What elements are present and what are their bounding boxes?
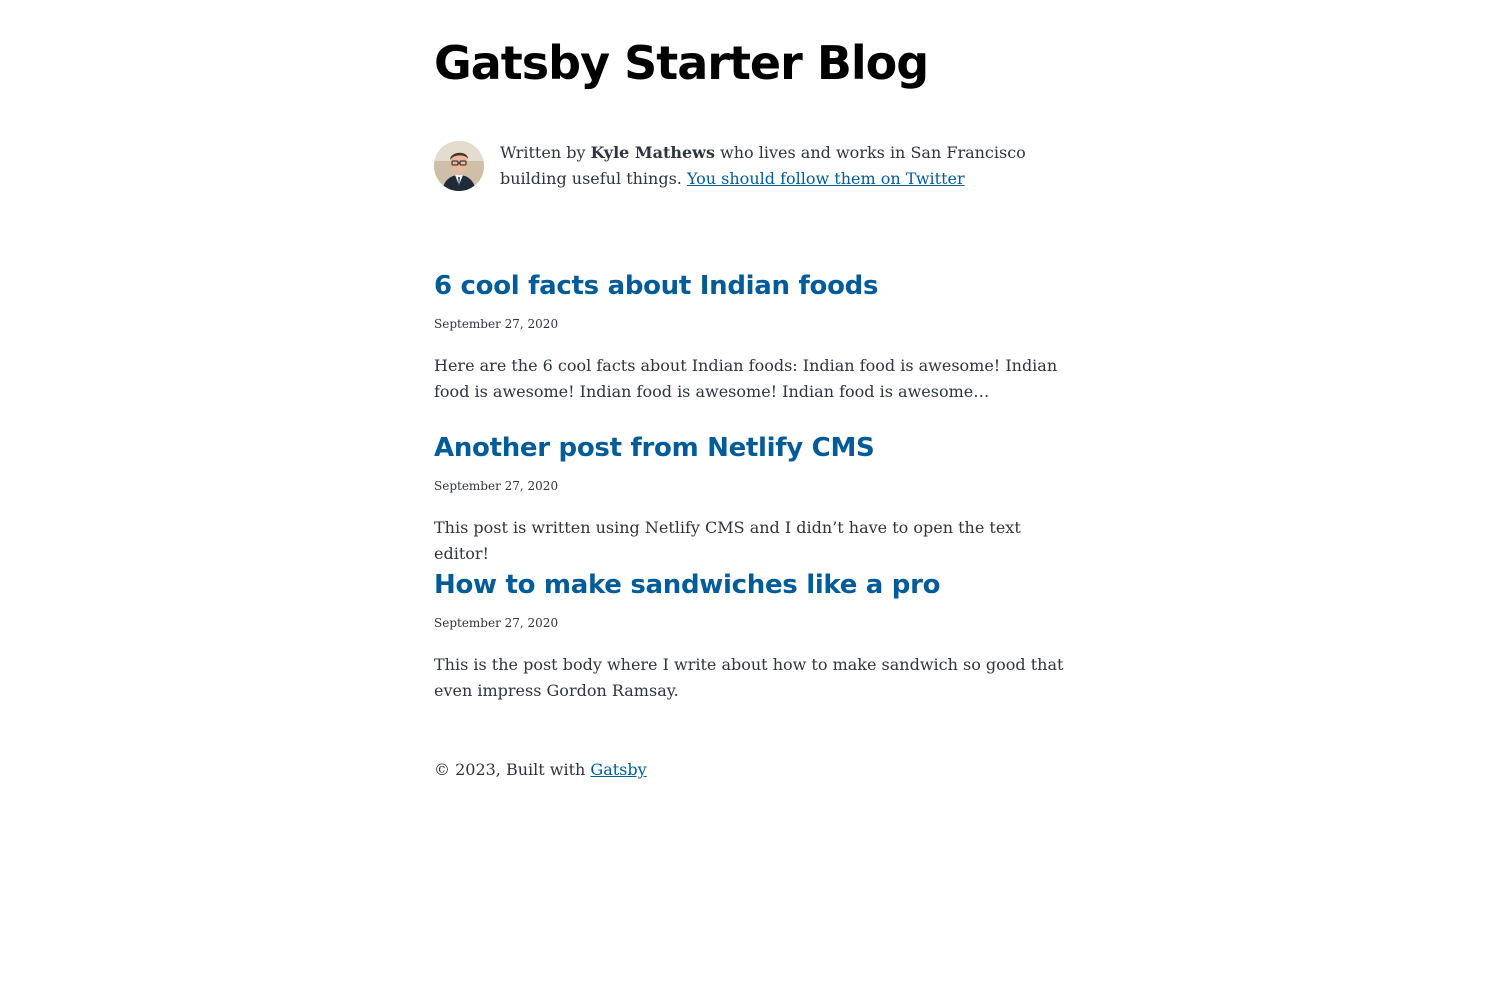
post-description: This post is written using Netlify CMS a… (434, 518, 1021, 563)
post-title: How to make sandwiches like a pro (434, 569, 1074, 601)
post-title: 6 cool facts about Indian foods (434, 270, 1074, 302)
gatsby-link[interactable]: Gatsby (590, 760, 646, 779)
site-title[interactable]: Gatsby Starter Blog (434, 36, 929, 90)
twitter-link[interactable]: You should follow them on Twitter (687, 169, 965, 188)
post-title-link[interactable]: Another post from Netlify CMS (434, 433, 875, 463)
post-title-link[interactable]: How to make sandwiches like a pro (434, 570, 941, 600)
site-footer: © 2023, Built with Gatsby (434, 757, 647, 783)
post-date: September 27, 2020 (434, 317, 559, 331)
post-description: This is the post body where I write abou… (434, 655, 1064, 700)
post-title: Another post from Netlify CMS (434, 432, 1074, 464)
bio-text: Written by Kyle Mathews who lives and wo… (500, 140, 1074, 192)
post-date: September 27, 2020 (434, 479, 559, 493)
avatar-portrait-icon (434, 141, 484, 191)
post-item: 6 cool facts about Indian foods Septembe… (434, 270, 1074, 405)
post-item: How to make sandwiches like a pro Septem… (434, 569, 1074, 704)
post-date: September 27, 2020 (434, 616, 559, 630)
post-description: Here are the 6 cool facts about Indian f… (434, 356, 1058, 401)
post-title-link[interactable]: 6 cool facts about Indian foods (434, 271, 878, 301)
author-name: Kyle Mathews (590, 143, 715, 162)
bio-prefix: Written by (500, 143, 591, 162)
footer-text: © 2023, Built with (434, 760, 591, 779)
post-item: Another post from Netlify CMS September … (434, 432, 1074, 567)
author-avatar (434, 141, 484, 191)
